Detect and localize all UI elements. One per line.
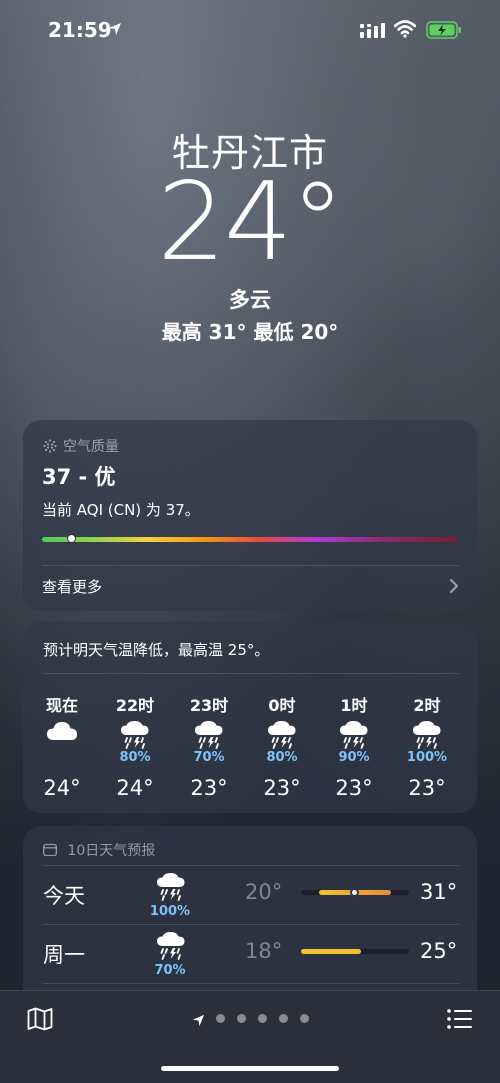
page-dot[interactable]	[258, 1014, 267, 1023]
battery-icon	[426, 21, 462, 43]
hourly-time: 1时	[340, 696, 368, 715]
hourly-temperature: 23°	[190, 776, 228, 800]
ten-day-title: 10日天气预报	[67, 843, 156, 859]
ten-day-header: 10日天气预报	[43, 840, 155, 860]
divider	[43, 673, 459, 674]
hourly-item: 23时 70% 23°	[179, 692, 239, 800]
hourly-temperature: 23°	[335, 776, 373, 800]
air-quality-icon	[43, 439, 57, 453]
precipitation-chance: 80%	[119, 750, 151, 765]
air-quality-value: 37 - 优	[42, 465, 116, 489]
air-quality-indicator	[67, 534, 77, 543]
hourly-item: 22时 80% 24°	[105, 692, 165, 800]
hourly-item: 2时 100% 23°	[397, 692, 457, 800]
hourly-time: 0时	[268, 696, 296, 715]
precipitation-chance: 80%	[266, 750, 298, 765]
daily-row[interactable]: 今天 100% 20° 31°	[23, 866, 477, 926]
current-temperature-dot	[350, 888, 359, 897]
hourly-forecast-card[interactable]: 预计明天气温降低，最高温 25°。 现在 24° 22时 80% 24° 23时 70% 23…	[23, 622, 477, 813]
hourly-item: 0时 80% 23°	[252, 692, 312, 800]
hourly-summary: 预计明天气温降低，最高温 25°。	[43, 641, 270, 659]
thunderstorm-rain-icon	[252, 720, 312, 750]
page-dot[interactable]	[300, 1014, 309, 1023]
hourly-time: 22时	[115, 696, 155, 715]
thunderstorm-rain-icon	[179, 720, 239, 750]
hourly-temperature: 24°	[116, 776, 154, 800]
air-quality-header: 空气质量	[43, 436, 119, 456]
cloud-icon	[32, 720, 92, 750]
daily-high: 31°	[420, 880, 458, 904]
page-dot[interactable]	[216, 1014, 225, 1023]
status-bar: 21:59	[0, 0, 500, 60]
hourly-item: 1时 90% 23°	[324, 692, 384, 800]
status-time: 21:59	[48, 18, 112, 42]
daily-day: 今天	[43, 884, 85, 908]
cellular-signal-icon	[360, 22, 386, 42]
air-quality-title: 空气质量	[63, 439, 119, 455]
daily-high: 25°	[420, 939, 458, 963]
precipitation-chance	[32, 750, 92, 768]
chevron-right-icon[interactable]	[449, 578, 459, 598]
thunderstorm-rain-icon	[397, 720, 457, 750]
divider	[43, 983, 459, 984]
hourly-temperature: 23°	[408, 776, 446, 800]
current-temperature: 24°	[157, 160, 344, 285]
page-dot[interactable]	[237, 1014, 246, 1023]
divider	[42, 565, 459, 566]
temperature-range-fill	[301, 949, 361, 954]
current-condition: 多云	[229, 288, 271, 312]
precipitation-chance: 100%	[406, 750, 448, 765]
daily-row[interactable]: 周一 70% 18° 25°	[23, 925, 477, 985]
hourly-time: 2时	[413, 696, 441, 715]
calendar-icon	[43, 843, 67, 859]
page-dot[interactable]	[279, 1014, 288, 1023]
precipitation-chance: 100%	[149, 904, 191, 919]
air-quality-scale-bar	[42, 534, 458, 543]
temperature-range-bar	[301, 949, 409, 954]
wifi-icon	[393, 20, 417, 42]
precipitation-chance: 90%	[338, 750, 370, 765]
hourly-time: 现在	[45, 696, 78, 715]
see-more-link[interactable]: 查看更多	[42, 576, 102, 597]
precipitation-chance: 70%	[193, 750, 225, 765]
daily-day: 周一	[43, 943, 85, 967]
current-location-arrow-icon	[192, 1012, 205, 1031]
map-icon[interactable]	[27, 1007, 53, 1035]
bottom-toolbar	[0, 990, 500, 1083]
high-low-temperature: 最高 31° 最低 20°	[161, 320, 339, 344]
hourly-temperature: 23°	[263, 776, 301, 800]
air-quality-card[interactable]: 空气质量 37 - 优 当前 AQI (CN) 为 37。 查看更多	[23, 420, 477, 611]
thunderstorm-rain-icon	[151, 931, 191, 965]
hourly-temperature: 24°	[43, 776, 81, 800]
thunderstorm-rain-icon	[105, 720, 165, 750]
home-indicator	[161, 1066, 339, 1071]
thunderstorm-rain-icon	[324, 720, 384, 750]
thunderstorm-rain-icon	[151, 872, 191, 906]
precipitation-chance: 70%	[154, 963, 186, 978]
location-arrow-icon	[108, 21, 122, 40]
daily-low: 20°	[245, 880, 283, 904]
daily-low: 18°	[245, 939, 283, 963]
list-icon[interactable]	[447, 1008, 473, 1034]
hourly-time: 23时	[189, 696, 229, 715]
temperature-range-bar	[301, 888, 409, 897]
air-quality-description: 当前 AQI (CN) 为 37。	[42, 501, 200, 519]
hourly-item: 现在 24°	[32, 692, 92, 800]
